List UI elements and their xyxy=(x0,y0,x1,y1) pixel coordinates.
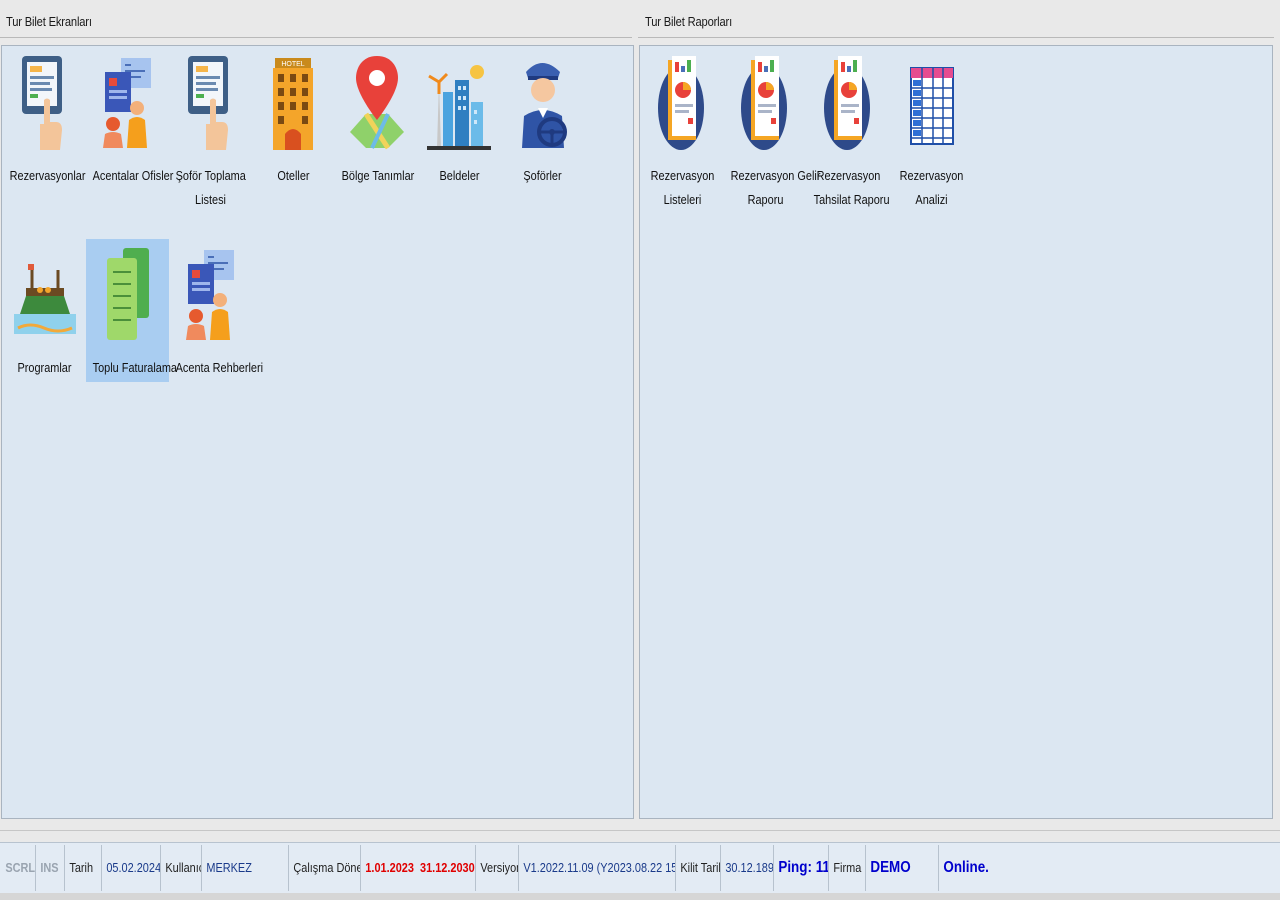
report-icon xyxy=(740,56,787,150)
tile-label: Oteller xyxy=(277,168,310,183)
city-icon xyxy=(426,65,491,150)
tile-rezervasyon-tahsilat-raporu[interactable]: Rezervasyon Tahsilat Raporu xyxy=(807,47,890,207)
company-label: Firma xyxy=(830,845,866,891)
version-value: V1.2022.11.09 (Y2023.08.22 15:50) xyxy=(520,845,676,891)
panel-raporlar: Rezervasyon Listeleri Rezervasyon Gelir Ra… xyxy=(639,45,1273,819)
group-divider xyxy=(638,37,1274,38)
tile-acentalar-ofisler[interactable]: Acentalar Ofisler xyxy=(86,47,174,190)
tile-rezervasyon-gelir-raporu[interactable]: Rezervasyon Gelir Raporu xyxy=(724,47,820,207)
date-label: Tarih xyxy=(66,845,102,891)
map-pin-icon xyxy=(349,56,404,150)
tile-label: Acenta Rehberleri xyxy=(175,360,264,375)
tile-label: Rezervasyonlar xyxy=(9,168,86,183)
tablet-touch-icon xyxy=(187,56,228,150)
tile-label: Acentalar Ofisler xyxy=(92,168,174,183)
date-value: 05.02.2024 xyxy=(103,845,161,891)
tile-label: Rezervasyon Gelir Raporu xyxy=(730,168,821,207)
group-title-raporlar: Tur Bilet Raporları xyxy=(645,14,733,29)
driver-icon xyxy=(521,63,567,148)
online-status: Online. xyxy=(943,859,989,876)
lock-date-label: Kilit Tarihi xyxy=(677,845,721,891)
invoice-scroll-icon xyxy=(106,248,149,340)
tile-label: Programlar xyxy=(17,360,72,375)
tile-rezervasyon-listeleri[interactable]: Rezervasyon Listeleri xyxy=(641,47,724,207)
lock-date-value: 30.12.1899 xyxy=(722,845,774,891)
svg-text:HOTEL: HOTEL xyxy=(281,61,304,68)
group-title-ekranlar: Tur Bilet Ekranları xyxy=(6,14,92,29)
spreadsheet-icon xyxy=(909,67,954,145)
tile-label: Şoförler xyxy=(523,168,562,183)
period-label: Çalışma Dönemi xyxy=(290,845,361,891)
tile-label: Rezervasyon Tahsilat Raporu xyxy=(813,168,890,207)
tile-beldeler[interactable]: Beldeler xyxy=(418,47,501,190)
tile-toplu-faturalama[interactable]: Toplu Faturalama xyxy=(86,239,178,382)
tile-label: Rezervasyon Analizi xyxy=(899,168,964,207)
tile-label: Rezervasyon Listeleri xyxy=(650,168,715,207)
tile-rezervasyonlar[interactable]: Rezervasyonlar xyxy=(3,47,86,190)
tile-oteller[interactable]: HOTEL Oteller xyxy=(252,47,335,190)
report-icon xyxy=(823,56,870,150)
ins-indicator: INS xyxy=(37,845,65,891)
tile-programlar[interactable]: Programlar xyxy=(3,239,86,382)
group-divider xyxy=(0,37,632,38)
tile-rezervasyon-analizi[interactable]: Rezervasyon Analizi xyxy=(890,47,973,207)
status-bar: SCRL INS Tarih 05.02.2024 Kullanıcı MERK… xyxy=(0,842,1280,894)
boat-icon xyxy=(13,264,76,334)
user-value: MERKEZ xyxy=(203,845,289,891)
tile-label: Şoför Toplama Listesi xyxy=(175,168,246,207)
ping-value: Ping: 115 xyxy=(775,845,829,891)
divider xyxy=(0,830,1280,831)
tile-label: Toplu Faturalama xyxy=(92,360,178,375)
report-icon xyxy=(657,56,704,150)
user-label: Kullanıcı xyxy=(162,845,202,891)
tile-soforler[interactable]: Şoförler xyxy=(501,47,584,190)
tile-label: Beldeler xyxy=(439,168,480,183)
tile-sofor-toplama-listesi[interactable]: Şoför Toplama Listesi xyxy=(169,47,252,207)
agency-card-icon xyxy=(185,250,234,340)
period-value: 1.01.2023 31.12.2030 xyxy=(362,845,476,891)
agency-card-icon xyxy=(102,58,151,148)
window-edge xyxy=(0,893,1280,900)
company-value: DEMO xyxy=(867,845,939,891)
tablet-touch-icon xyxy=(21,56,62,150)
tile-acenta-rehberleri[interactable]: Acenta Rehberleri xyxy=(169,239,264,382)
tile-bolge-tanimlar[interactable]: Bölge Tanımlar xyxy=(335,47,418,190)
version-label: Versiyon xyxy=(477,845,519,891)
tile-label: Bölge Tanımlar xyxy=(341,168,415,183)
hotel-icon: HOTEL xyxy=(272,58,313,150)
scrl-indicator: SCRL xyxy=(2,845,36,891)
panel-ekranlar: Rezervasyonlar Acentalar Ofisler Şoför T… xyxy=(1,45,634,819)
